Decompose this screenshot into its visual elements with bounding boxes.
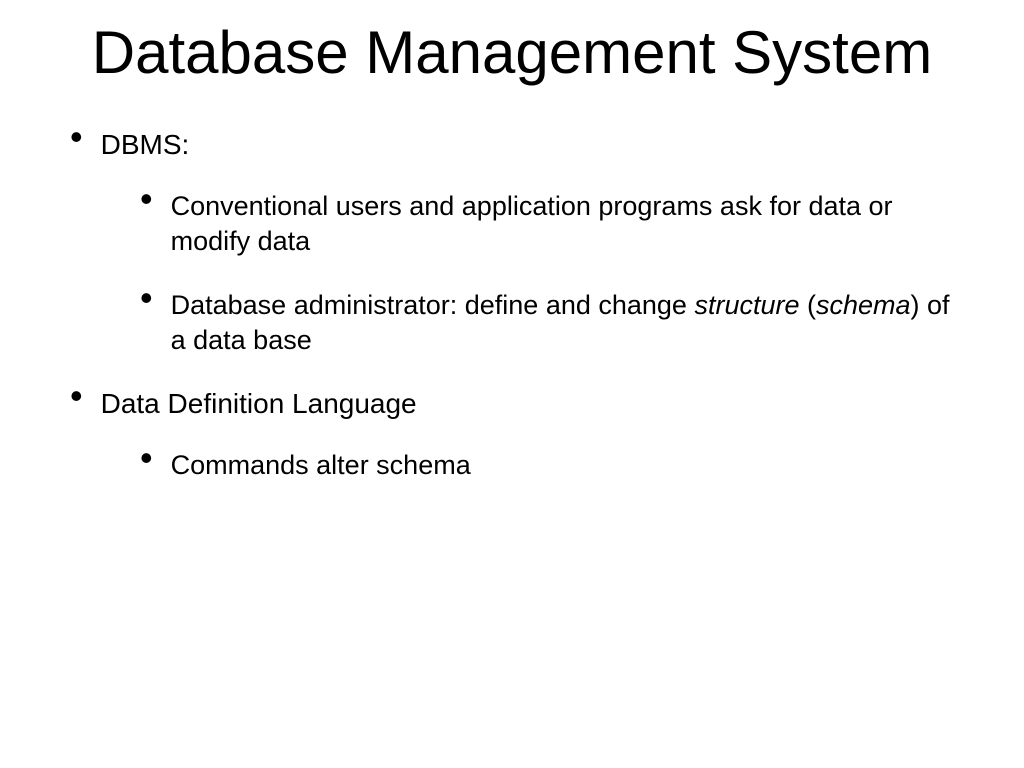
list-item-text: Conventional users and application progr…	[153, 179, 964, 259]
list-item: • Database administrator: define and cha…	[60, 278, 964, 358]
bullet-icon: •	[70, 382, 83, 411]
list-item: • Conventional users and application pro…	[60, 179, 964, 259]
list-item-text: Data Definition Language	[83, 376, 417, 422]
list-item: • Data Definition Language	[60, 376, 964, 422]
bullet-icon: •	[70, 123, 83, 152]
list-item: • DBMS:	[60, 117, 964, 163]
bullet-icon: •	[140, 284, 153, 313]
list-item-text: DBMS:	[83, 117, 190, 163]
bullet-icon: •	[140, 444, 153, 473]
slide-title: Database Management System	[60, 18, 964, 87]
bullet-icon: •	[140, 185, 153, 214]
list-item: • Commands alter schema	[60, 438, 964, 483]
list-item-text: Database administrator: define and chang…	[153, 278, 964, 358]
list-item-text: Commands alter schema	[153, 438, 471, 483]
bullet-list-level-1: • DBMS: • Conventional users and applica…	[60, 117, 964, 483]
